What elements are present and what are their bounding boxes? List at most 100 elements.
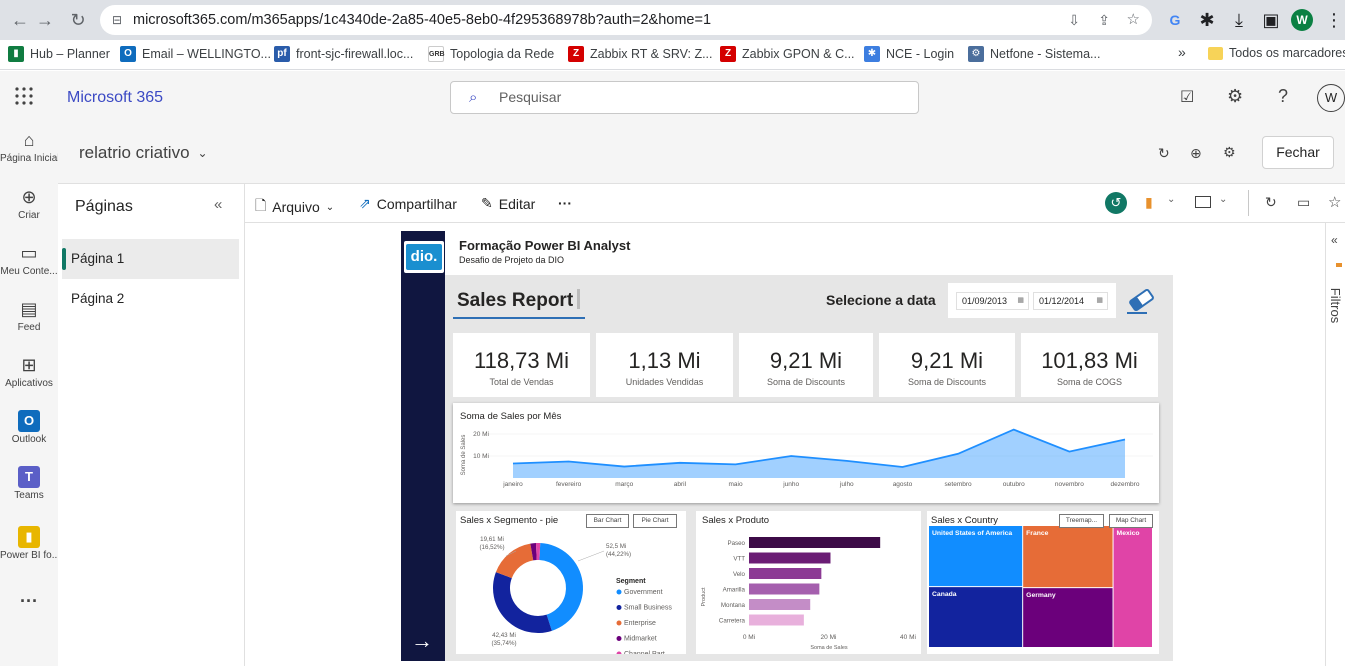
pie-slice	[493, 572, 552, 633]
edit-label: Editar	[498, 195, 536, 212]
refresh-icon[interactable]: ↻	[1265, 194, 1277, 211]
bookmark-item[interactable]: GRB Topologia da Rede	[428, 46, 554, 62]
expand-icon[interactable]: «	[1331, 233, 1338, 247]
filters-pane[interactable]: « Filtros	[1325, 223, 1345, 666]
chevron-down-icon[interactable]: ⌄	[1219, 194, 1227, 205]
feed-icon: ▤	[20, 299, 38, 319]
report-heading: Formação Power BI Analyst	[459, 238, 631, 253]
translate-icon[interactable]: G	[1163, 8, 1187, 32]
edit-button[interactable]: ✎ Editar	[481, 195, 535, 212]
kpi-card-total-sales[interactable]: 118,73 Mi Total de Vendas	[453, 333, 590, 397]
tasks-icon[interactable]: ☑	[1180, 87, 1194, 107]
forward-icon[interactable]: →	[33, 8, 57, 32]
reload-icon[interactable]: ↻	[66, 8, 90, 32]
app-launcher-icon[interactable]	[14, 86, 34, 106]
menu-icon[interactable]: ⋮	[1322, 8, 1345, 32]
bookmark-icon[interactable]: ▮	[1145, 194, 1153, 211]
rail-item[interactable]: O Outlook	[0, 410, 58, 445]
pie-data-label: 42,43 Mi	[492, 632, 516, 639]
sales-by-month-chart[interactable]: Soma de Sales por Mês Soma de Sales 10 Mi…	[453, 403, 1159, 503]
more-bookmarks-button[interactable]: »	[1178, 44, 1186, 60]
help-icon[interactable]: ?	[1278, 86, 1288, 107]
x-tick-label: abril	[674, 481, 687, 488]
rail-item[interactable]: ⌂ Página Inicial	[0, 129, 58, 164]
globe-icon[interactable]: ⊕	[1190, 145, 1202, 162]
refresh-icon[interactable]: ↻	[1158, 145, 1170, 162]
search-input[interactable]: ⌕ Pesquisar	[450, 81, 919, 114]
bookmark-item[interactable]: Z Zabbix RT & SRV: Z...	[568, 46, 713, 62]
page-item-1[interactable]: Página 1	[62, 239, 239, 279]
bookmark-label: Zabbix GPON & C...	[742, 47, 855, 61]
treemap-button[interactable]: Treemap...	[1059, 514, 1104, 528]
rail-item[interactable]: T Teams	[0, 466, 58, 501]
reset-icon[interactable]: ↺	[1105, 192, 1127, 214]
share-button[interactable]: ⇗ Compartilhar	[359, 195, 457, 212]
app-name[interactable]: Microsoft 365	[67, 89, 163, 107]
pie-data-label: 52,5 Mi	[606, 543, 626, 550]
favorite-icon[interactable]: ☆	[1328, 193, 1341, 211]
all-bookmarks-folder[interactable]: Todos os marcadores	[1208, 46, 1345, 60]
map-chart-button[interactable]: Map Chart	[1109, 514, 1153, 528]
close-button[interactable]: Fechar	[1262, 136, 1334, 169]
report-page: dio. → Formação Power BI Analyst Desafio…	[401, 231, 1173, 661]
pie-chart-button[interactable]: Pie Chart	[633, 514, 677, 528]
comment-icon[interactable]: ▭	[1297, 194, 1310, 211]
chevron-down-icon[interactable]: ⌄	[1167, 194, 1175, 205]
kpi-card-cogs[interactable]: 101,83 Mi Soma de COGS	[1021, 333, 1158, 397]
rail-item[interactable]: ▭ Meu Conte...	[0, 242, 58, 277]
sidepanel-icon[interactable]: ▣	[1259, 8, 1283, 32]
powerbi-icon: ▮	[18, 526, 40, 548]
rail-item[interactable]: ⊞ Aplicativos	[0, 354, 58, 389]
report-title-dropdown[interactable]: relatrio criativo ⌄	[79, 143, 208, 163]
rail-item[interactable]: ⊕ Criar	[0, 186, 58, 221]
star-icon[interactable]: ☆	[1127, 5, 1140, 35]
rail-item[interactable]: ▮ Power BI fo...	[0, 526, 58, 561]
kpi-card-discounts[interactable]: 9,21 Mi Soma de Discounts	[739, 333, 873, 397]
rail-item[interactable]: ▤ Feed	[0, 298, 58, 333]
x-tick-label: maio	[728, 481, 742, 488]
product-bar-panel[interactable]: Sales x Produto Product Paseo VTT Velo Amari…	[696, 511, 921, 654]
settings-icon[interactable]: ⚙	[1227, 86, 1243, 107]
leader-line	[577, 550, 605, 562]
bookmark-icon: O	[120, 46, 136, 62]
bookmark-item[interactable]: O Email – WELLINGTO...	[120, 46, 271, 62]
more-options-button[interactable]: ···	[558, 195, 572, 211]
segment-pie-panel[interactable]: Sales x Segmento - pie 52,5 Mi (44,22%) 42…	[456, 511, 686, 654]
country-treemap-panel[interactable]: Sales x Country United States of America…	[927, 511, 1159, 654]
back-icon[interactable]: ←	[8, 8, 32, 32]
collapse-icon[interactable]: «	[214, 196, 222, 213]
page-label-2: Página 2	[71, 291, 125, 306]
bookmark-item[interactable]: ✱ NCE - Login	[864, 46, 954, 62]
bookmark-item[interactable]: Z Zabbix GPON & C...	[720, 46, 855, 62]
more-apps-button[interactable]: ···	[0, 591, 58, 612]
kpi-card-units[interactable]: 1,13 Mi Unidades Vendidas	[596, 333, 733, 397]
file-menu[interactable]: 🗋 Arquivo ⌄	[255, 195, 334, 219]
gear-icon[interactable]: ⚙	[1223, 144, 1236, 161]
kpi-label: Soma de Discounts	[907, 377, 987, 387]
user-avatar[interactable]: W	[1317, 84, 1345, 112]
y-axis-label: Product	[701, 587, 707, 606]
share-icon: ⇗	[359, 195, 371, 211]
date-to-input[interactable]: 01/12/2014 ▦	[1033, 292, 1108, 310]
downloads-icon[interactable]: ⤓	[1227, 8, 1251, 32]
page-item-2[interactable]: Página 2	[62, 279, 239, 319]
bar-chart-button[interactable]: Bar Chart	[586, 514, 629, 528]
arrow-right-icon[interactable]: →	[411, 628, 433, 654]
view-icon[interactable]	[1195, 196, 1211, 208]
bookmark-item[interactable]: pf front-sjc-firewall.loc...	[274, 46, 413, 62]
share-icon[interactable]: ⇪	[1098, 5, 1110, 35]
calendar-icon: ▦	[1017, 297, 1024, 304]
kpi-card-discounts-2[interactable]: 9,21 Mi Soma de Discounts	[879, 333, 1015, 397]
address-bar[interactable]: ⊟ microsoft365.com/m365apps/1c4340de-2a8…	[100, 5, 1152, 35]
treemap-label: Mexico	[1117, 530, 1140, 537]
bookmark-item[interactable]: ▮ Hub – Planner	[8, 46, 110, 62]
install-icon[interactable]: ⇩	[1068, 5, 1080, 35]
site-info-icon[interactable]: ⊟	[112, 5, 122, 35]
date-from-input[interactable]: 01/09/2013 ▦	[956, 292, 1029, 310]
extensions-icon[interactable]: ✱	[1195, 8, 1219, 32]
profile-avatar[interactable]: W	[1291, 9, 1313, 31]
eraser-icon[interactable]	[1125, 286, 1157, 316]
treemap-label: Germany	[1026, 592, 1056, 599]
bookmark-icon: Z	[720, 46, 736, 62]
bookmark-item[interactable]: ⚙ Netfone - Sistema...	[968, 46, 1100, 62]
